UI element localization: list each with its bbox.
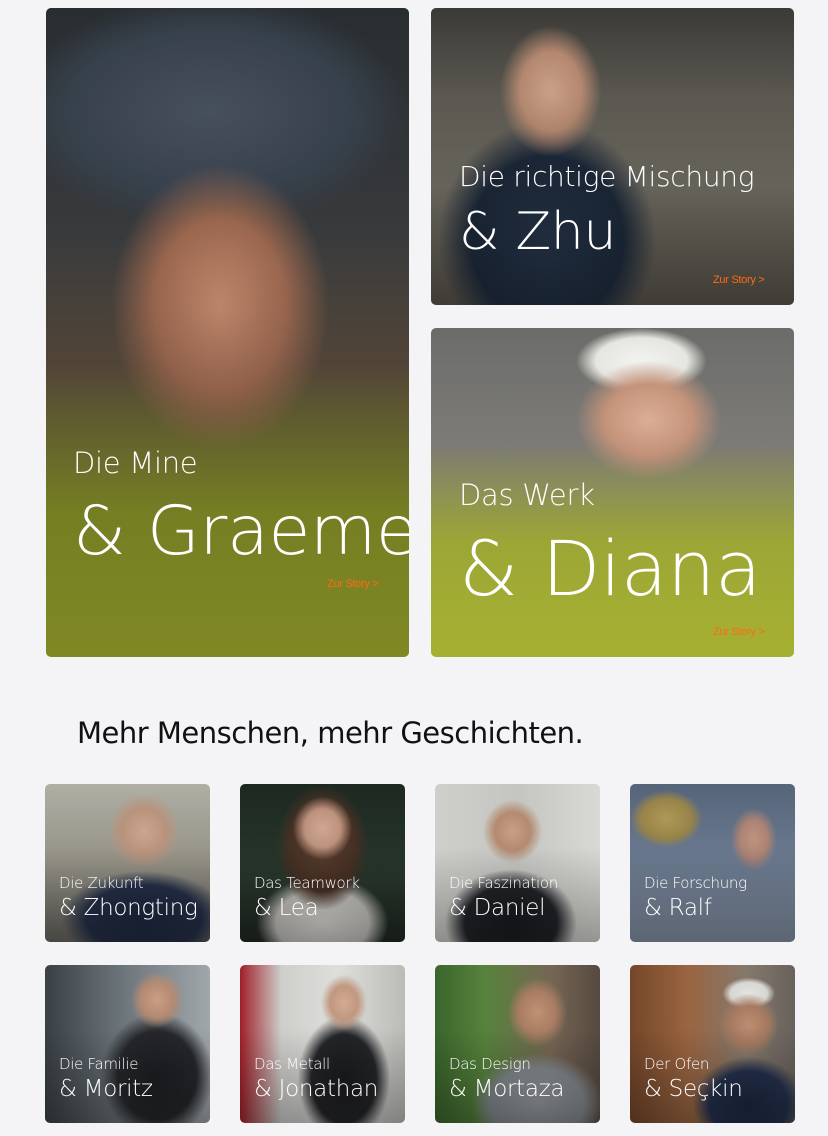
story-card-graeme[interactable]: Die Mine & Graeme Zur Story > <box>46 8 409 657</box>
story-name: & Graeme <box>73 492 409 571</box>
person-kicker: Das Design <box>449 1055 531 1073</box>
story-name: & Zhu <box>459 202 617 262</box>
story-kicker: Die Mine <box>73 446 198 480</box>
person-card-ralf[interactable]: Die Forschung & Ralf <box>630 784 795 942</box>
person-card-lea[interactable]: Das Teamwork & Lea <box>240 784 405 942</box>
person-kicker: Die Familie <box>59 1055 139 1073</box>
person-card-seckin[interactable]: Der Ofen & Seçkin <box>630 965 795 1123</box>
person-kicker: Die Zukunft <box>59 874 144 892</box>
person-card-daniel[interactable]: Die Faszination & Daniel <box>435 784 600 942</box>
person-name: & Seçkin <box>644 1076 743 1102</box>
story-link[interactable]: Zur Story > <box>327 578 379 590</box>
story-name: & Diana <box>459 524 762 613</box>
story-kicker: Das Werk <box>459 478 595 512</box>
person-name: & Ralf <box>644 895 712 921</box>
person-card-jonathan[interactable]: Das Metall & Jonathan <box>240 965 405 1123</box>
story-card-diana[interactable]: Das Werk & Diana Zur Story > <box>431 328 794 657</box>
person-name: & Zhongting <box>59 895 198 921</box>
person-kicker: Das Metall <box>254 1055 330 1073</box>
person-card-zhongting[interactable]: Die Zukunft & Zhongting <box>45 784 210 942</box>
person-name: & Mortaza <box>449 1076 565 1102</box>
person-kicker: Der Ofen <box>644 1055 710 1073</box>
person-name: & Moritz <box>59 1076 153 1102</box>
person-kicker: Die Faszination <box>449 874 558 892</box>
person-name: & Daniel <box>449 895 546 921</box>
person-kicker: Das Teamwork <box>254 874 360 892</box>
person-card-mortaza[interactable]: Das Design & Mortaza <box>435 965 600 1123</box>
story-link[interactable]: Zur Story > <box>713 626 765 638</box>
stories-page: Die Mine & Graeme Zur Story > Die richti… <box>0 0 828 1136</box>
person-name: & Jonathan <box>254 1076 379 1102</box>
section-title: Mehr Menschen, mehr Geschichten. <box>77 716 584 750</box>
story-kicker: Die richtige Mischung <box>459 160 755 193</box>
person-card-moritz[interactable]: Die Familie & Moritz <box>45 965 210 1123</box>
person-name: & Lea <box>254 895 319 921</box>
story-link[interactable]: Zur Story > <box>713 274 765 286</box>
person-kicker: Die Forschung <box>644 874 747 892</box>
story-card-zhu[interactable]: Die richtige Mischung & Zhu Zur Story > <box>431 8 794 305</box>
